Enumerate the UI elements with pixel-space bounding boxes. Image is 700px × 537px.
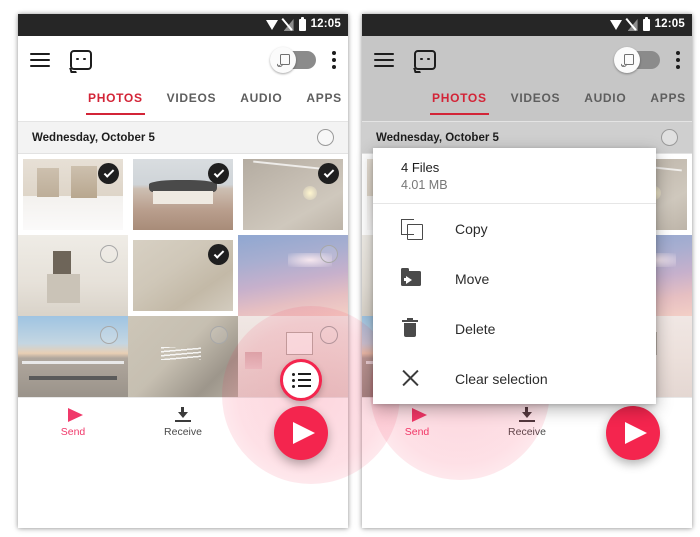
send-icon [292,422,315,444]
unselected-ring-icon[interactable] [210,326,228,344]
status-bar-left: 12:05 [18,14,348,36]
context-menu-header: 4 Files 4.01 MB [373,148,656,204]
menu-item-copy[interactable]: Copy [373,204,656,254]
photo-statue[interactable] [18,235,128,316]
selected-check-icon [208,244,229,265]
selected-check-icon [318,163,339,184]
app-logo-icon [412,50,436,73]
signal-off-icon [284,19,294,31]
date-label: Wednesday, October 5 [32,131,155,144]
battery-icon [642,17,650,31]
tab-audio[interactable]: AUDIO [240,91,282,115]
wifi-icon [265,20,279,30]
cast-toggle-switch[interactable] [270,47,316,73]
list-options-fab[interactable] [280,359,322,401]
list-options-icon [291,372,311,388]
tab-divider [18,121,348,122]
total-size-label: 4.01 MB [401,178,448,192]
menu-item-clear-selection[interactable]: Clear selection [373,354,656,404]
menu-item-clear-label: Clear selection [455,371,548,387]
photo-airport[interactable] [18,316,128,397]
download-icon [519,407,535,422]
photo-road[interactable] [238,154,348,235]
nav-send-label: Send [404,425,430,438]
send-fab-left[interactable] [274,406,328,460]
file-count-label: 4 Files [401,160,440,175]
nav-send[interactable]: Send [18,407,128,438]
overflow-menu-icon[interactable] [332,51,336,69]
cast-screen-icon [619,53,634,68]
app-logo-icon [68,50,92,73]
close-x-icon [401,368,423,390]
nav-send[interactable]: Send [362,407,472,438]
tab-apps[interactable]: APPS [306,91,341,115]
tab-photos[interactable]: PHOTOS [430,91,489,115]
photo-palace[interactable] [128,154,238,235]
photo-doorways[interactable] [18,154,128,235]
menu-item-move-label: Move [455,271,490,287]
menu-item-move[interactable]: Move [373,254,656,304]
unselected-ring-icon[interactable] [320,245,338,263]
status-bar-clock: 12:05 [310,18,341,31]
send-fab-right[interactable] [606,406,660,460]
nav-receive-label: Receive [508,426,546,438]
tab-audio[interactable]: AUDIO [584,91,626,115]
select-all-checkbox[interactable] [661,129,678,146]
nav-receive-label: Receive [164,426,202,438]
nav-receive[interactable]: Receive [128,407,238,438]
cast-screen-icon [275,53,290,68]
selected-check-icon [208,163,229,184]
overflow-menu-icon[interactable] [676,51,680,69]
nav-send-label: Send [60,425,86,438]
selected-check-icon [98,163,119,184]
date-label: Wednesday, October 5 [376,131,499,144]
tab-divider [362,121,692,122]
unselected-ring-icon[interactable] [320,326,338,344]
menu-item-delete[interactable]: Delete [373,304,656,354]
tab-bar-right: PHOTOS VIDEOS AUDIO APPS CO [362,84,692,122]
copy-icon [401,218,423,240]
menu-item-copy-label: Copy [455,221,488,237]
send-icon [624,422,647,444]
signal-off-icon [628,19,638,31]
screenshot-stage: 12:05 PHOTOS VIDEOS AUDIO APPS CO [0,0,700,537]
app-toolbar-right [362,36,692,84]
nav-receive[interactable]: Receive [472,407,582,438]
photo-sky[interactable] [238,235,348,316]
tab-videos[interactable]: VIDEOS [167,91,217,115]
photo-wall[interactable] [128,316,238,397]
unselected-ring-icon[interactable] [100,326,118,344]
app-toolbar-left [18,36,348,84]
menu-item-delete-label: Delete [455,321,496,337]
status-bar-right: 12:05 [362,14,692,36]
trash-icon [401,318,423,340]
selection-context-menu: 4 Files 4.01 MB Copy Move Delete Clear s… [373,148,656,404]
wifi-icon [609,20,623,30]
cast-toggle-switch[interactable] [614,47,660,73]
download-icon [175,407,191,422]
tab-videos[interactable]: VIDEOS [511,91,561,115]
status-bar-clock: 12:05 [654,18,685,31]
tab-apps[interactable]: APPS [650,91,685,115]
hamburger-menu-icon[interactable] [374,53,394,67]
send-icon [411,407,427,422]
select-all-checkbox[interactable] [317,129,334,146]
move-folder-icon [401,268,423,290]
tab-photos[interactable]: PHOTOS [86,91,145,115]
tab-bar-left: PHOTOS VIDEOS AUDIO APPS CO [18,84,348,122]
battery-icon [298,17,306,31]
unselected-ring-icon[interactable] [100,245,118,263]
date-header-left: Wednesday, October 5 [18,122,348,154]
send-icon [67,407,83,422]
photo-sand[interactable] [128,235,238,316]
hamburger-menu-icon[interactable] [30,53,50,67]
